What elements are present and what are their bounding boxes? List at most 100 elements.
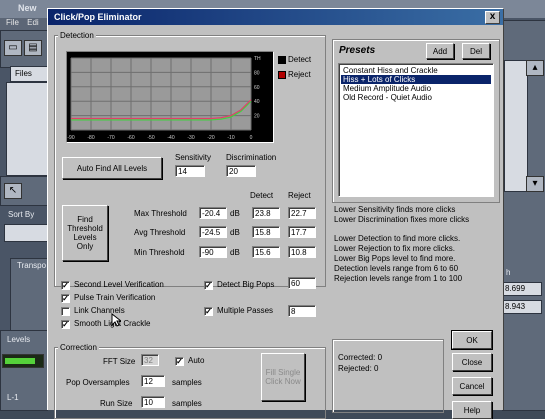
detect-big-pops-field[interactable]: 60 — [288, 277, 316, 289]
avg-threshold-unit: dB — [230, 228, 240, 237]
avg-threshold-detect-field[interactable]: 15.8 — [252, 226, 280, 238]
sort-by-controls[interactable] — [4, 224, 48, 242]
fft-auto-checkbox[interactable]: ✓ — [175, 357, 184, 366]
multiple-passes-label: Multiple Passes — [217, 306, 274, 315]
right-h-label: h — [506, 268, 511, 277]
x-tick-label: -50 — [147, 135, 154, 141]
plot-area — [71, 58, 251, 130]
cancel-button[interactable]: Cancel — [452, 377, 492, 395]
levels-label: Levels — [7, 335, 31, 344]
scroll-up-icon[interactable]: ▴ — [526, 60, 544, 76]
fft-auto-label: Auto — [188, 356, 205, 365]
x-tick-label: -80 — [87, 135, 94, 141]
avg-threshold-reject-field[interactable]: 17.7 — [288, 226, 316, 238]
max-threshold-reject-field[interactable]: 22.7 — [288, 207, 316, 219]
presets-list[interactable]: Constant Hiss and Crackle Hiss + Lots of… — [338, 63, 494, 197]
toolbar-new-icon[interactable]: ▭ — [4, 40, 22, 56]
legend-swatch-reject — [278, 71, 286, 79]
avg-threshold-label: Avg Threshold — [134, 228, 186, 237]
pulse-train-verification-label: Pulse Train Verification — [74, 293, 156, 302]
menu-edit[interactable]: Edi — [27, 18, 39, 27]
detect-big-pops-checkbox[interactable]: ✓ — [204, 281, 213, 290]
delete-preset-button[interactable]: Del — [462, 43, 490, 59]
min-threshold-reject-field[interactable]: 10.8 — [288, 246, 316, 258]
max-threshold-db-field[interactable]: -20.4 — [199, 207, 227, 219]
pop-oversamples-unit: samples — [172, 378, 202, 387]
fft-size-label: FFT Size — [103, 357, 136, 366]
rejected-count: Rejected: 0 — [338, 364, 379, 373]
preset-item[interactable]: Old Record - Quiet Audio — [341, 93, 491, 102]
toolbar-open-icon[interactable]: ▤ — [24, 40, 42, 56]
presets-title: Presets — [339, 45, 376, 56]
x-tick-label: -90 — [67, 135, 74, 141]
dialog-title-bar[interactable]: Click/Pop Eliminator x — [48, 9, 503, 25]
corrected-count: Corrected: 0 — [338, 353, 383, 362]
transport-panel: Transpo — [10, 258, 48, 332]
max-threshold-detect-field[interactable]: 23.8 — [252, 207, 280, 219]
add-preset-button[interactable]: Add — [426, 43, 454, 59]
x-tick-label: -60 — [127, 135, 134, 141]
panel-tool-icon[interactable]: ↖ — [4, 183, 22, 199]
levels-panel: Levels L-1 — [0, 330, 48, 411]
pulse-train-verification-checkbox[interactable]: ✓ — [61, 294, 70, 303]
min-threshold-unit: dB — [230, 248, 240, 257]
link-channels-checkbox[interactable] — [61, 307, 70, 316]
reject-column-header: Reject — [288, 191, 311, 200]
close-icon[interactable]: x — [485, 11, 500, 24]
fill-single-click-now-button[interactable]: Fill Single Click Now — [261, 353, 305, 401]
menu-file[interactable]: File — [6, 18, 19, 27]
preset-item[interactable]: Constant Hiss and Crackle — [341, 66, 491, 75]
x-tick-label: -70 — [107, 135, 114, 141]
status-group — [332, 339, 444, 413]
threshold-chart: -90 -80 -70 -60 -50 -40 -30 -20 -10 0 TH 80 60 40 20 — [67, 56, 261, 141]
hint-big-pops: Lower Big Pops level to find more. — [334, 254, 456, 263]
y-tick-label: 60 — [254, 85, 260, 91]
min-threshold-label: Min Threshold — [134, 248, 185, 257]
avg-threshold-db-field[interactable]: -24.5 — [199, 226, 227, 238]
find-threshold-levels-only-button[interactable]: Find Threshold Levels Only — [62, 205, 108, 261]
files-list[interactable] — [6, 82, 48, 176]
multiple-passes-field[interactable]: 8 — [288, 305, 316, 317]
ok-button[interactable]: OK — [451, 330, 493, 350]
close-button[interactable]: Close — [452, 353, 492, 371]
background-menu-bar[interactable]: File Edi — [0, 18, 50, 30]
min-threshold-db-field[interactable]: -90 — [199, 246, 227, 258]
hint-discrimination: Lower Discrimination fixes more clicks — [334, 215, 470, 224]
second-level-verification-label: Second Level Verification — [74, 280, 164, 289]
sensitivity-field[interactable]: 14 — [175, 165, 205, 177]
preset-item-selected[interactable]: Hiss + Lots of Clicks — [341, 75, 491, 84]
preset-item[interactable]: Medium Amplitude Audio — [341, 84, 491, 93]
y-tick-label: 40 — [254, 99, 260, 105]
smooth-light-crackle-checkbox[interactable]: ✓ — [61, 320, 70, 329]
right-scroll-panel[interactable] — [504, 60, 528, 192]
hint-sensitivity: Lower Sensitivity finds more clicks — [334, 205, 456, 214]
hint-detection-range: Detection levels range from 6 to 60 — [334, 264, 459, 273]
background-app-title: New — [18, 3, 37, 13]
legend-label-detect: Detect — [288, 55, 312, 64]
correction-group-label: Correction — [58, 343, 99, 352]
max-threshold-unit: dB — [230, 209, 240, 218]
levels-channel-label: L-1 — [7, 393, 19, 402]
hint-rejection-range: Rejection levels range from 1 to 100 — [334, 274, 463, 283]
run-size-label: Run Size — [100, 399, 133, 408]
sort-by-label: Sort By — [8, 210, 35, 219]
help-button[interactable]: Help — [452, 401, 492, 419]
fft-size-field[interactable]: 32 — [141, 354, 159, 366]
x-tick-label: 0 — [250, 135, 253, 141]
right-value-1: 8.699 — [502, 282, 542, 296]
scroll-down-icon[interactable]: ▾ — [526, 176, 544, 192]
files-tab[interactable]: Files — [10, 66, 48, 82]
auto-find-all-levels-button[interactable]: Auto Find All Levels — [62, 157, 162, 179]
legend-label-reject: Reject — [288, 70, 311, 79]
run-size-field[interactable]: 10 — [141, 396, 165, 408]
discrimination-field[interactable]: 20 — [226, 165, 256, 177]
dialog-title: Click/Pop Eliminator — [54, 12, 142, 22]
multiple-passes-checkbox[interactable]: ✓ — [204, 307, 213, 316]
min-threshold-detect-field[interactable]: 15.6 — [252, 246, 280, 258]
detect-big-pops-label: Detect Big Pops — [217, 280, 275, 289]
hint-rejection: Lower Rejection to fix more clicks. — [334, 244, 455, 253]
second-level-verification-checkbox[interactable]: ✓ — [61, 281, 70, 290]
discrimination-label: Discrimination — [226, 153, 277, 162]
detection-group-label: Detection — [58, 31, 96, 40]
pop-oversamples-field[interactable]: 12 — [141, 375, 165, 387]
